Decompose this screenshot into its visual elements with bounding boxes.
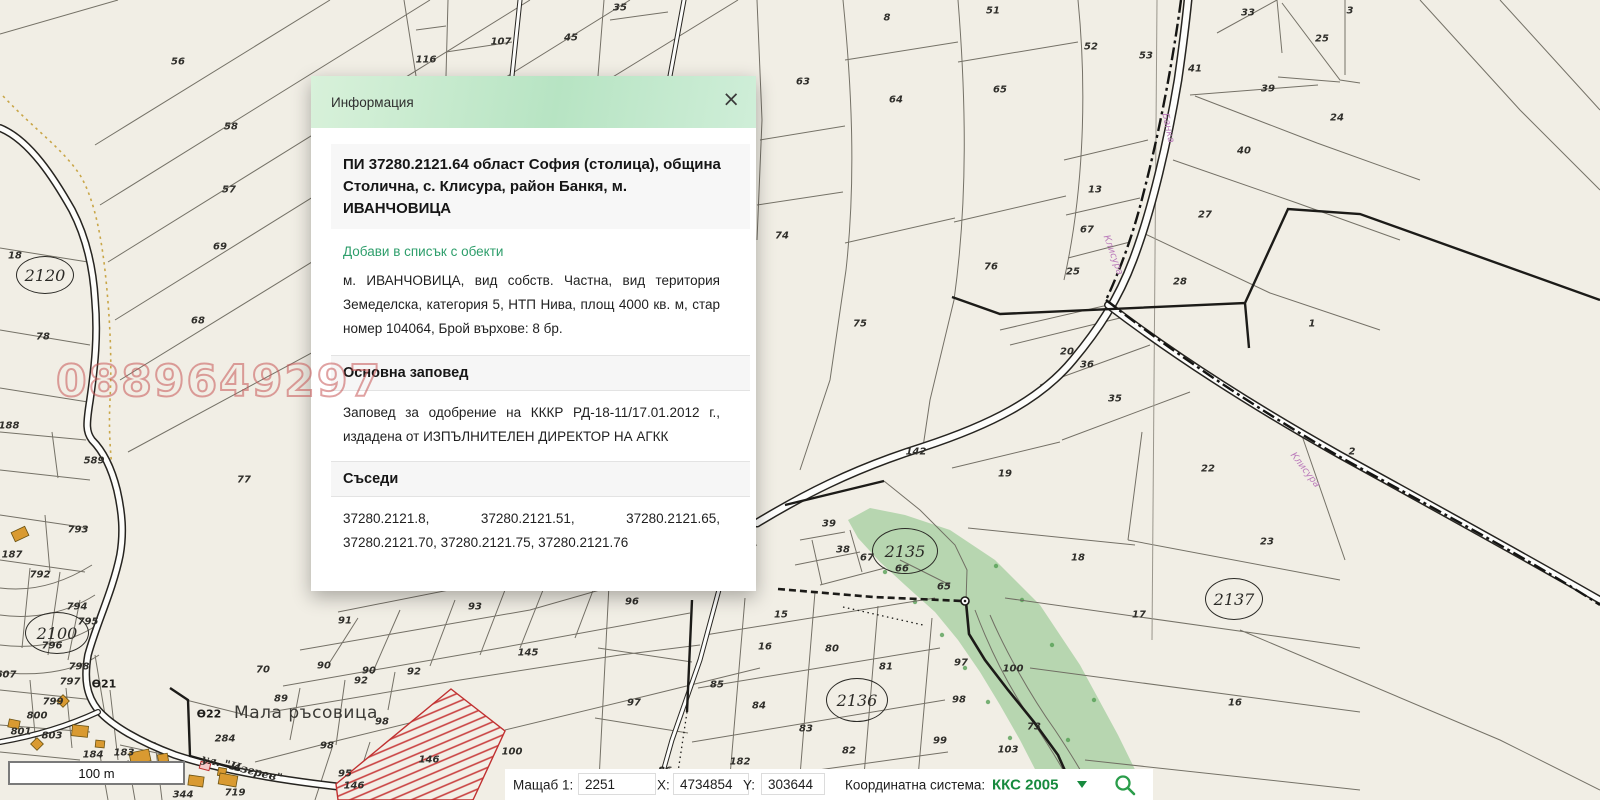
order-section-header: Основна заповед	[331, 355, 750, 391]
neighbors-list: 37280.2121.8, 37280.2121.51, 37280.2121.…	[343, 507, 720, 555]
parcel-details: м. ИВАНЧОВИЦА, вид собств. Частна, вид т…	[343, 269, 720, 341]
crs-label: Координатна система:	[845, 777, 985, 792]
close-icon[interactable]: ×	[722, 89, 740, 110]
scale-label: Мащаб 1:	[513, 777, 573, 792]
neighbors-section-header: Съседи	[331, 461, 750, 497]
crs-selector[interactable]: ККС 2005	[992, 776, 1058, 793]
scale-input[interactable]	[578, 773, 656, 795]
x-label: X:	[657, 777, 670, 792]
status-bar: Мащаб 1: X: Y: Координатна система: ККС …	[505, 769, 1153, 800]
map-background	[0, 0, 1600, 800]
y-label: Y:	[743, 777, 755, 792]
popup-body: ПИ 37280.2121.64 област София (столица),…	[311, 128, 756, 591]
y-coordinate-input[interactable]	[761, 773, 825, 795]
chevron-down-icon[interactable]	[1077, 781, 1087, 793]
parcel-title: ПИ 37280.2121.64 област София (столица),…	[331, 144, 750, 229]
scale-bar: 100 m	[8, 761, 185, 785]
survey-point-symbol	[961, 597, 969, 605]
x-coordinate-input[interactable]	[673, 773, 749, 795]
popup-header: Информация ×	[311, 76, 756, 128]
scale-bar-label: 100 m	[78, 766, 114, 781]
cadastral-map-canvas[interactable]	[0, 0, 1600, 800]
search-icon[interactable]	[1113, 773, 1137, 797]
order-text: Заповед за одобрение на КККР РД-18-11/17…	[343, 401, 720, 449]
info-popup: Информация × ПИ 37280.2121.64 област Соф…	[311, 76, 756, 591]
popup-title: Информация	[331, 95, 414, 110]
add-to-list-link[interactable]: Добави в списък с обекти	[343, 244, 720, 259]
map-application: 5658576968187818858977793187792794795796…	[0, 0, 1600, 800]
